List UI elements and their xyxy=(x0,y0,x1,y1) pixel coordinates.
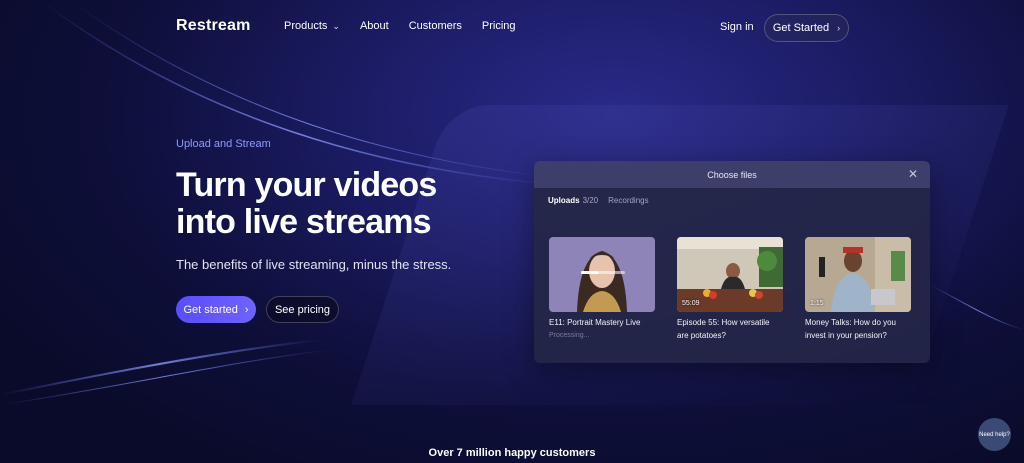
need-help-button[interactable]: Need help? xyxy=(978,418,1011,451)
get-started-button-label: Get started xyxy=(183,303,238,316)
chevron-right-icon: › xyxy=(837,23,841,33)
uploads-count: 3/20 xyxy=(582,196,599,205)
nav-item-about[interactable]: About xyxy=(360,20,389,32)
restream-logo[interactable]: Restream xyxy=(176,17,251,35)
video-status: Processing... xyxy=(549,332,590,339)
sign-in-link[interactable]: Sign in xyxy=(720,21,754,33)
video-card[interactable]: E11: Portrait Mastery Live Processing... xyxy=(549,237,655,342)
choose-files-modal: Choose files ✕ Uploads 3/20 Recordings E… xyxy=(534,161,930,363)
video-thumbnail xyxy=(549,237,655,312)
nav-item-label: Products xyxy=(284,20,328,32)
hero-title: Turn your videos into live streams xyxy=(176,167,437,241)
get-started-button[interactable]: Get started › xyxy=(176,296,256,323)
video-duration: 55:09 xyxy=(682,300,700,307)
tab-recordings[interactable]: Recordings xyxy=(608,196,648,205)
video-card[interactable]: 1:15 Money Talks: How do you invest in y… xyxy=(805,237,911,342)
nav-item-pricing[interactable]: Pricing xyxy=(482,20,516,32)
chevron-right-icon: › xyxy=(244,303,249,316)
get-started-label: Get Started xyxy=(772,22,830,34)
hero-eyebrow: Upload and Stream xyxy=(176,138,271,150)
hero-title-line: into live streams xyxy=(176,203,432,241)
main-menu: Products ⌄ About Customers Pricing xyxy=(284,20,516,32)
get-started-nav-button[interactable]: Get Started › xyxy=(764,14,849,42)
video-thumbnail: 55:09 xyxy=(677,237,783,312)
modal-header: Choose files ✕ xyxy=(534,161,930,188)
see-pricing-button[interactable]: See pricing xyxy=(266,296,339,323)
tab-uploads[interactable]: Uploads 3/20 xyxy=(548,196,598,205)
video-duration: 1:15 xyxy=(810,300,824,307)
hero-title-line: Turn your videos xyxy=(176,166,437,204)
chevron-down-icon: ⌄ xyxy=(332,20,340,31)
modal-tabs: Uploads 3/20 Recordings xyxy=(548,196,649,205)
nav-item-products[interactable]: Products ⌄ xyxy=(284,20,340,32)
nav-item-customers[interactable]: Customers xyxy=(409,20,462,32)
video-title: Money Talks: How do you invest in your p… xyxy=(805,318,897,340)
video-title: E11: Portrait Mastery Live xyxy=(549,318,641,327)
video-cards: E11: Portrait Mastery Live Processing... xyxy=(549,237,911,342)
video-title: Episode 55: How versatile are potatoes? xyxy=(677,318,770,340)
tab-uploads-label: Uploads xyxy=(548,196,580,205)
video-thumbnail: 1:15 xyxy=(805,237,911,312)
upload-progress-bar xyxy=(581,271,625,274)
hero-subtitle: The benefits of live streaming, minus th… xyxy=(176,257,452,272)
customers-tagline: Over 7 million happy customers xyxy=(428,447,596,459)
modal-title: Choose files xyxy=(707,169,757,180)
video-card[interactable]: 55:09 Episode 55: How versatile are pota… xyxy=(677,237,783,342)
close-icon[interactable]: ✕ xyxy=(908,167,918,181)
top-navigation: Restream Products ⌄ About Customers Pric… xyxy=(0,0,1024,56)
upload-progress-fill xyxy=(581,271,599,274)
